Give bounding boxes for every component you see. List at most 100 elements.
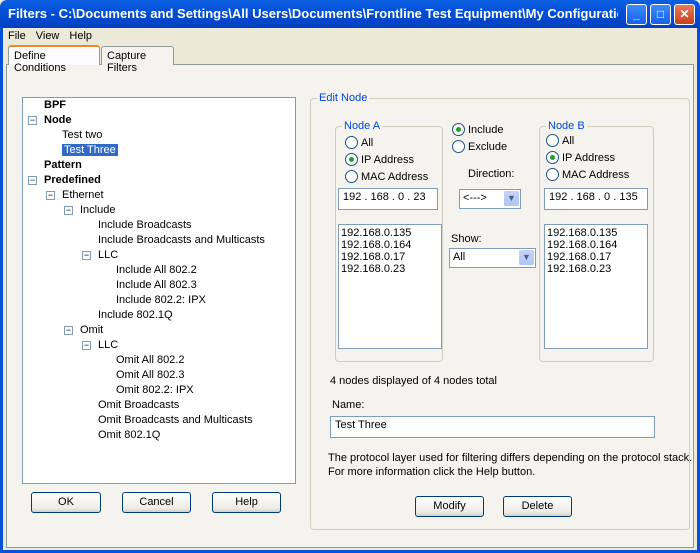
tree-item-label: Include All 802.2 — [116, 264, 197, 276]
cancel-button[interactable]: Cancel — [122, 492, 191, 513]
tree-item-label: BPF — [44, 99, 66, 111]
tab-define-conditions[interactable]: Define Conditions — [8, 45, 100, 74]
tree-item[interactable]: Include 802.2: IPX — [116, 293, 206, 308]
name-input[interactable]: Test Three — [330, 416, 655, 438]
collapse-icon[interactable]: − — [82, 251, 91, 260]
tree-item[interactable]: Pattern — [44, 158, 82, 173]
node-b-list[interactable]: 192.168.0.135 192.168.0.164 192.168.0.17 19… — [544, 224, 648, 349]
tree-item-label: LLC — [98, 249, 119, 261]
tree-item[interactable]: Omit All 802.2 — [116, 353, 184, 368]
tree-item[interactable]: Include 802.1Q — [98, 308, 173, 323]
tab-capture-filters[interactable]: Capture Filters — [101, 46, 174, 74]
tree-item[interactable]: LLC — [98, 248, 118, 263]
tree-item-label: Include Broadcasts and Multicasts — [98, 234, 265, 246]
radio-icon[interactable] — [452, 123, 465, 136]
radio-icon[interactable] — [345, 136, 358, 149]
list-item[interactable]: 192.168.0.17 — [547, 251, 645, 263]
show-value: All — [453, 251, 466, 263]
node-b-legend: Node B — [548, 120, 585, 132]
radio-icon[interactable] — [345, 153, 358, 166]
tree-item[interactable]: Omit — [80, 323, 103, 338]
collapse-icon[interactable]: − — [28, 176, 37, 185]
radio-label: Include — [468, 123, 504, 136]
collapse-icon[interactable]: − — [28, 116, 37, 125]
tree-item[interactable]: Test two — [62, 128, 102, 143]
list-item[interactable]: 192.168.0.23 — [547, 263, 645, 275]
show-select[interactable]: All ▼ — [449, 248, 536, 268]
tree-item[interactable]: Include All 802.3 — [116, 278, 197, 293]
radio-icon[interactable] — [546, 151, 559, 164]
tree-item-label: Omit 802.1Q — [98, 429, 161, 441]
info-text-line1: The protocol layer used for filtering di… — [328, 452, 693, 464]
tree-item[interactable]: LLC — [98, 338, 118, 353]
delete-button[interactable]: Delete — [503, 496, 572, 517]
radio-label: All — [562, 134, 575, 147]
tree-item-label: Include 802.2: IPX — [116, 294, 206, 306]
close-button[interactable]: ✕ — [674, 4, 695, 25]
radio-label: Exclude — [468, 140, 508, 153]
tree-item[interactable]: BPF — [44, 98, 66, 113]
collapse-icon[interactable]: − — [64, 326, 73, 335]
tree-item[interactable]: Predefined — [44, 173, 101, 188]
tree-item[interactable]: Ethernet — [62, 188, 104, 203]
menu-file[interactable]: File — [3, 28, 31, 44]
modify-button[interactable]: Modify — [415, 496, 484, 517]
list-item[interactable]: 192.168.0.164 — [547, 239, 645, 251]
menu-help[interactable]: Help — [64, 28, 97, 44]
tree-item-label: LLC — [98, 339, 119, 351]
list-item[interactable]: 192.168.0.23 — [341, 263, 439, 275]
direction-value: <---> — [463, 192, 487, 204]
tree-item[interactable]: Omit All 802.3 — [116, 368, 184, 383]
tree-item[interactable]: Omit 802.1Q — [98, 428, 160, 443]
tree-item[interactable]: Omit Broadcasts — [98, 398, 179, 413]
list-item[interactable]: 192.168.0.164 — [341, 239, 439, 251]
node-b-radio-mac-address[interactable]: MAC Address — [546, 168, 629, 181]
radio-icon[interactable] — [546, 168, 559, 181]
filter-tree[interactable]: BPF Node − Test two Test Three Pattern Predefi… — [22, 97, 296, 484]
tree-item[interactable]: Omit Broadcasts and Multicasts — [98, 413, 253, 428]
node-b-address-input[interactable]: 192 . 168 . 0 . 135 — [544, 188, 648, 210]
tree-item[interactable]: Node — [44, 113, 72, 128]
radio-label: IP Address — [562, 151, 615, 164]
radio-icon[interactable] — [452, 140, 465, 153]
collapse-icon[interactable]: − — [46, 191, 55, 200]
menu-view[interactable]: View — [31, 28, 65, 44]
direction-select[interactable]: <---> ▼ — [459, 189, 521, 209]
mode-radio-include[interactable]: Include — [452, 123, 503, 136]
tree-item-label: Test two — [62, 129, 103, 141]
list-item[interactable]: 192.168.0.17 — [341, 251, 439, 263]
mode-radio-exclude[interactable]: Exclude — [452, 140, 507, 153]
tree-item-label: Predefined — [44, 174, 101, 186]
chevron-down-icon[interactable]: ▼ — [504, 191, 519, 206]
node-a-radio-all[interactable]: All — [345, 136, 373, 149]
node-a-radio-ip-address[interactable]: IP Address — [345, 153, 414, 166]
tree-item[interactable]: Test Three — [62, 143, 118, 158]
tree-item[interactable]: Include All 802.2 — [116, 263, 197, 278]
radio-icon[interactable] — [345, 170, 358, 183]
tree-item[interactable]: Include Broadcasts — [98, 218, 192, 233]
collapse-icon[interactable]: − — [64, 206, 73, 215]
list-item[interactable]: 192.168.0.135 — [547, 227, 645, 239]
tree-item[interactable]: Omit 802.2: IPX — [116, 383, 194, 398]
maximize-button[interactable]: □ — [650, 4, 671, 25]
radio-label: IP Address — [361, 153, 414, 166]
chevron-down-icon[interactable]: ▼ — [519, 250, 534, 265]
node-b-radio-ip-address[interactable]: IP Address — [546, 151, 615, 164]
radio-icon[interactable] — [546, 134, 559, 147]
node-a-radio-mac-address[interactable]: MAC Address — [345, 170, 428, 183]
tree-item-label: Include — [80, 204, 116, 216]
collapse-icon[interactable]: − — [82, 341, 91, 350]
minimize-button[interactable]: _ — [626, 4, 647, 25]
list-item[interactable]: 192.168.0.135 — [341, 227, 439, 239]
node-count-text: 4 nodes displayed of 4 nodes total — [330, 375, 497, 387]
edit-node-legend: Edit Node — [319, 92, 368, 104]
node-b-radio-all[interactable]: All — [546, 134, 574, 147]
node-a-list[interactable]: 192.168.0.135 192.168.0.164 192.168.0.17 19… — [338, 224, 442, 349]
tree-item-label: Include Broadcasts — [98, 219, 192, 231]
help-button[interactable]: Help — [212, 492, 281, 513]
tree-item[interactable]: Include — [80, 203, 115, 218]
node-a-address-input[interactable]: 192 . 168 . 0 . 23 — [338, 188, 438, 210]
tree-item-label: Omit All 802.3 — [116, 369, 185, 381]
tree-item[interactable]: Include Broadcasts and Multicasts — [98, 233, 265, 248]
ok-button[interactable]: OK — [31, 492, 101, 513]
